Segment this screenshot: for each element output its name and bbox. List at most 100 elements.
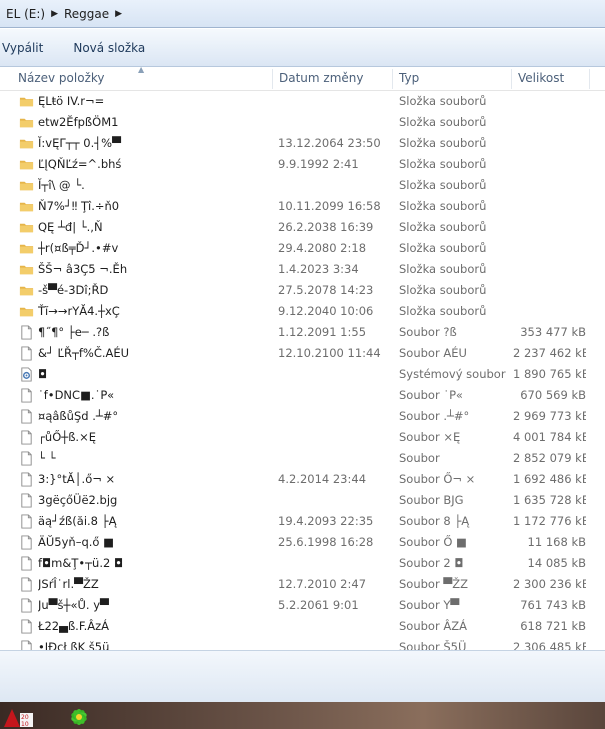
file-row[interactable]: ¤ąâßůŞd .┴#° Soubor .┴#° 2 969 773 kB	[0, 406, 605, 427]
item-size: 11 168 kB	[527, 535, 586, 549]
item-name: ┌ůŐ┼ß.×Ę	[38, 430, 96, 444]
item-name: äą┘źß(ăi.8 ├Ą	[38, 514, 117, 528]
item-type: Systémový soubor	[399, 367, 506, 381]
item-name: Ł22▄ß.F.ÂzÁ	[38, 619, 110, 633]
item-size	[513, 154, 586, 175]
file-row[interactable]: &┘ ĽŘ┬f%Č.AÉU 12.10.2100 11:44 Soubor AÉU 2…	[0, 343, 605, 364]
item-size	[513, 112, 586, 133]
item-date: 1.4.2023 3:34	[278, 262, 359, 276]
toolbar: Vypálit Nová složka	[0, 29, 605, 67]
burn-button[interactable]: Vypálit	[2, 41, 43, 55]
file-row[interactable]: ˙f•DNC■.˙P« Soubor ˙P« 670 569 kB	[0, 385, 605, 406]
breadcrumb-chevron-icon[interactable]: ▶	[51, 9, 58, 19]
item-size: 670 569 kB	[520, 388, 586, 402]
column-header-type[interactable]: Typ	[399, 67, 419, 90]
breadcrumb-folder[interactable]: Reggae	[64, 7, 109, 21]
item-size: 1 635 728 kB	[513, 493, 586, 507]
item-date: 25.6.1998 16:28	[278, 535, 374, 549]
breadcrumb-chevron-icon[interactable]: ▶	[115, 9, 122, 19]
item-name: ┼r(¤ß╤Ď┘.•#v	[38, 241, 119, 255]
item-date: 19.4.2093 22:35	[278, 514, 374, 528]
item-name: ŠŠ¬ â3Ç5 ¬.Ěh	[38, 262, 128, 276]
file-list: ▲ Název položky Datum změny Typ Velikost…	[0, 67, 605, 650]
column-header-name[interactable]: Název položky	[18, 67, 104, 90]
column-divider[interactable]	[511, 69, 512, 89]
address-bar[interactable]: EL (E:) ▶ Reggae ▶	[0, 0, 605, 28]
item-type: Soubor ▀ŽZ	[399, 577, 468, 591]
folder-row[interactable]: etw2ĔfpßÖM1 Složka souborů	[0, 112, 605, 133]
file-row[interactable]: ┌ůŐ┼ß.×Ę Soubor ×Ę 4 001 784 kB	[0, 427, 605, 448]
folder-row[interactable]: Ĭ:vĘΓ┬┬ 0.┤%▀ 13.12.2064 23:50 Složka soub…	[0, 133, 605, 154]
item-name: Ju▀š┼«Ů. y▀	[38, 598, 109, 612]
file-row[interactable]: JSŕÎ˙rl.▀ŽZ 12.7.2010 2:47 Soubor ▀ŽZ 2 300…	[0, 574, 605, 595]
item-name: ◘	[38, 367, 48, 381]
item-size	[513, 217, 586, 238]
file-row[interactable]: äą┘źß(ăi.8 ├Ą 19.4.2093 22:35 Soubor 8 ├Ą 1…	[0, 511, 605, 532]
item-date	[278, 637, 396, 650]
file-row[interactable]: Ju▀š┼«Ů. y▀ 5.2.2061 9:01 Soubor Y▀ 761 743…	[0, 595, 605, 616]
item-size	[513, 259, 586, 280]
column-divider[interactable]	[392, 69, 393, 89]
item-name: ˙f•DNC■.˙P«	[38, 388, 115, 402]
item-size	[513, 238, 586, 259]
item-type: Soubor 8 ├Ą	[399, 514, 470, 528]
folder-row[interactable]: ŠŠ¬ â3Ç5 ¬.Ěh 1.4.2023 3:34 Složka souborů	[0, 259, 605, 280]
folder-row[interactable]: ┼r(¤ß╤Ď┘.•#v 29.4.2080 2:18 Složka souborů	[0, 238, 605, 259]
column-header-date[interactable]: Datum změny	[279, 67, 364, 90]
new-folder-button[interactable]: Nová složka	[73, 41, 145, 55]
item-name: Ň7%┘‼ Ţî.÷ň0	[38, 199, 120, 213]
item-date	[278, 385, 396, 406]
column-divider[interactable]	[589, 69, 590, 89]
item-name: f◘m&Ţ•┬ü.2 ◘	[38, 556, 124, 570]
item-date: 9.12.2040 10:06	[278, 304, 374, 318]
office-app-icon[interactable]: 20 10	[2, 707, 34, 729]
folder-row[interactable]: -š▀é-3Dî;ŘD 27.5.2078 14:23 Složka souborů	[0, 280, 605, 301]
folder-row[interactable]: ĘLŧö IV.r¬= Složka souborů	[0, 91, 605, 112]
taskbar-badge-top: 20	[21, 714, 29, 721]
sort-ascending-icon: ▲	[138, 67, 145, 74]
item-type: Soubor AÉU	[399, 346, 467, 360]
file-row[interactable]: 3gëçőÜë2.bjg Soubor BJG 1 635 728 kB	[0, 490, 605, 511]
file-row[interactable]: ¶˝¶° ├e─ .?ß 1.12.2091 1:55 Soubor ?ß 353 4…	[0, 322, 605, 343]
file-row[interactable]: ◘ Systémový soubor 1 890 765 kB	[0, 364, 605, 385]
item-date: 5.2.2061 9:01	[278, 598, 359, 612]
file-row[interactable]: Ł22▄ß.F.ÂzÁ Soubor ÂZÁ 618 721 kB	[0, 616, 605, 637]
item-size	[513, 133, 586, 154]
item-name: └ └	[38, 451, 56, 465]
item-size: 1 172 776 kB	[513, 514, 586, 528]
folder-row[interactable]: ĽĮQŇĽź=^.bhś 9.9.1992 2:41 Složka souborů	[0, 154, 605, 175]
item-date	[278, 616, 396, 637]
column-divider[interactable]	[272, 69, 273, 89]
file-row[interactable]: f◘m&Ţ•┬ü.2 ◘ Soubor 2 ◘ 14 085 kB	[0, 553, 605, 574]
item-size: 2 300 236 kB	[513, 577, 586, 591]
folder-row[interactable]: Ťĭ→→rYĂ4.┼xÇ 9.12.2040 10:06 Složka soubor…	[0, 301, 605, 322]
file-row[interactable]: ÄŬ5yň–q.ő ■ 25.6.1998 16:28 Soubor Ő ■ 11 1…	[0, 532, 605, 553]
item-type: Složka souborů	[399, 115, 487, 129]
item-type: Složka souborů	[399, 136, 487, 150]
folder-row[interactable]: Ĭ┬î\ @ └. Složka souborů	[0, 175, 605, 196]
item-type: Složka souborů	[399, 157, 487, 171]
item-date	[278, 91, 396, 112]
item-size	[513, 196, 586, 217]
column-header-size[interactable]: Velikost	[518, 67, 564, 90]
item-size	[513, 301, 586, 322]
item-size: 4 001 784 kB	[513, 430, 586, 444]
item-date: 27.5.2078 14:23	[278, 283, 374, 297]
file-row[interactable]: •ĮĐcł ßK š5ü Soubor Š5Ü 2 306 485 kB	[0, 637, 605, 650]
item-name: •ĮĐcł ßK š5ü	[38, 640, 110, 650]
item-date: 29.4.2080 2:18	[278, 241, 367, 255]
item-name: Ĭ┬î\ @ └.	[38, 178, 85, 192]
item-type: Soubor 2 ◘	[399, 556, 464, 570]
folder-row[interactable]: QĘ ┴đ| └.,Ň 26.2.2038 16:39 Složka souborů	[0, 217, 605, 238]
breadcrumb-drive[interactable]: EL (E:)	[6, 7, 45, 21]
item-name: ¤ąâßůŞd .┴#°	[38, 409, 119, 423]
item-date	[278, 175, 396, 196]
item-type: Složka souborů	[399, 304, 487, 318]
item-type: Soubor	[399, 451, 440, 465]
item-date: 12.7.2010 2:47	[278, 577, 367, 591]
item-date: 1.12.2091 1:55	[278, 325, 367, 339]
file-row[interactable]: 3:}°tĂ│.ő¬ × 4.2.2014 23:44 Soubor Ő¬ × 1 6…	[0, 469, 605, 490]
folder-row[interactable]: Ň7%┘‼ Ţî.÷ň0 10.11.2099 16:58 Složka soubo…	[0, 196, 605, 217]
file-row[interactable]: └ └ Soubor 2 852 079 kB	[0, 448, 605, 469]
icq-flower-icon[interactable]	[64, 705, 94, 729]
